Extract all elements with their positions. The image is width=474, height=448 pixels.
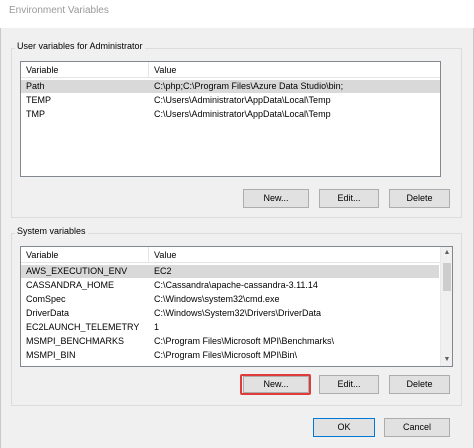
variable-value: C:\Users\Administrator\AppData\Local\Tem… — [154, 95, 331, 105]
variable-value: C:\Cassandra\apache-cassandra-3.11.14 — [154, 280, 318, 290]
window-title: Environment Variables — [0, 0, 474, 28]
user-new-button[interactable]: New... — [243, 189, 309, 208]
column-header-value[interactable]: Value — [149, 62, 439, 78]
variable-name: MSMPI_BENCHMARKS — [26, 336, 125, 346]
scroll-down-arrow-icon[interactable]: ▼ — [441, 354, 452, 366]
variable-value: C:\Windows\System32\Drivers\DriverData — [154, 308, 322, 318]
column-header-variable[interactable]: Variable — [21, 247, 148, 263]
system-variables-list-header: Variable Value — [21, 247, 452, 263]
system-variables-label: System variables — [15, 226, 88, 236]
user-variables-list-header: Variable Value — [21, 62, 440, 78]
variable-name: TMP — [26, 109, 45, 119]
variable-value: C:\Users\Administrator\AppData\Local\Tem… — [154, 109, 331, 119]
window-border-left — [0, 28, 1, 448]
list-item[interactable]: ComSpec C:\Windows\system32\cmd.exe — [21, 293, 439, 306]
system-variables-list[interactable]: Variable Value AWS_EXECUTION_ENV EC2 CASSA… — [20, 246, 453, 367]
variable-name: EC2LAUNCH_TELEMETRY — [26, 322, 140, 332]
variable-name: Path — [26, 81, 45, 91]
list-item[interactable]: TEMP C:\Users\Administrator\AppData\Local… — [21, 94, 440, 107]
user-variables-list[interactable]: Variable Value Path C:\php;C:\Program Fil… — [20, 61, 441, 177]
user-variables-label: User variables for Administrator — [15, 41, 145, 51]
list-item[interactable]: MSMPI_BIN C:\Program Files\Microsoft MPI\… — [21, 349, 439, 362]
system-edit-button[interactable]: Edit... — [319, 375, 379, 394]
ok-button[interactable]: OK — [313, 418, 375, 437]
user-edit-button[interactable]: Edit... — [319, 189, 379, 208]
variable-name: TEMP — [26, 95, 52, 105]
variable-name: AWS_EXECUTION_ENV — [26, 266, 128, 276]
list-item[interactable]: TMP C:\Users\Administrator\AppData\Local\… — [21, 108, 440, 121]
column-header-variable[interactable]: Variable — [21, 62, 148, 78]
column-header-value[interactable]: Value — [149, 247, 439, 263]
list-item[interactable]: CASSANDRA_HOME C:\Cassandra\apache-cassan… — [21, 279, 439, 292]
variable-value: C:\php;C:\Program Files\Azure Data Studi… — [154, 81, 344, 91]
list-item[interactable]: AWS_EXECUTION_ENV EC2 — [21, 265, 439, 278]
variable-name: ComSpec — [26, 294, 66, 304]
variable-value: EC2 — [154, 266, 172, 276]
user-delete-button[interactable]: Delete — [389, 189, 450, 208]
variable-value: C:\Program Files\Microsoft MPI\Bin\ — [154, 350, 298, 360]
variable-value: 1 — [154, 322, 160, 332]
list-item[interactable]: Path C:\php;C:\Program Files\Azure Data S… — [21, 80, 440, 93]
variable-value: C:\Program Files\Microsoft MPI\Benchmark… — [154, 336, 335, 346]
list-item[interactable]: MSMPI_BENCHMARKS C:\Program Files\Microso… — [21, 335, 439, 348]
scroll-up-arrow-icon[interactable]: ▲ — [441, 247, 452, 259]
list-item[interactable]: EC2LAUNCH_TELEMETRY 1 — [21, 321, 439, 334]
cancel-button[interactable]: Cancel — [384, 418, 450, 437]
variable-name: DriverData — [26, 308, 70, 318]
variable-value: C:\Windows\system32\cmd.exe — [154, 294, 280, 304]
system-variables-scrollbar[interactable]: ▲ ▼ — [440, 247, 452, 366]
system-delete-button[interactable]: Delete — [389, 375, 450, 394]
list-item[interactable]: DriverData C:\Windows\System32\Drivers\Dr… — [21, 307, 439, 320]
scrollbar-thumb[interactable] — [443, 263, 451, 291]
system-new-button[interactable]: New... — [243, 376, 309, 393]
variable-name: MSMPI_BIN — [26, 350, 76, 360]
variable-name: CASSANDRA_HOME — [26, 280, 115, 290]
